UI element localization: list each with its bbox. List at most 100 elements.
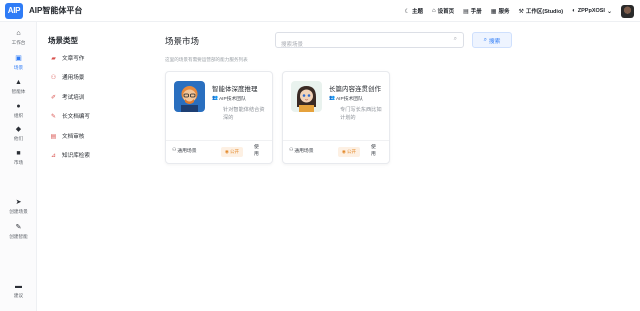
general-icon: ⚇ [50,74,57,81]
sidebar-item-create-agent[interactable]: ✎ 创建智能 [0,224,37,240]
card-description: 专门写长东西比如计划的 [340,107,382,121]
public-badge-label: 公开 [346,149,357,154]
sidebar-item-label: 创建场景 [9,209,28,214]
user-avatar[interactable] [621,4,634,18]
public-badge: ◉ 公开 [338,147,360,157]
sidebar-item-label: 他们 [13,136,24,141]
category-item-article[interactable]: ▰ 文章写作 [50,54,85,63]
pen-icon: ✎ [15,224,22,231]
card-tag: ⚇ 通用场景 [172,147,197,154]
service-button[interactable]: ▦ 服务 [490,7,510,16]
sidebar-item-agent[interactable]: ▲ 智能体 [0,79,37,95]
sidebar-item-label: 场景 [13,65,24,70]
home-icon: ⌂ [16,30,21,37]
tag-icon: ⚇ [172,148,177,153]
agent-icon: ▲ [15,79,22,86]
sidebar: ⌂ 工作台 ▣ 场景 ▲ 智能体 ● 组织 ◆ 他们 ■ 市场 ➤ 创建场景 ✎… [0,22,37,311]
search-input[interactable] [281,38,441,52]
category-item-general[interactable]: ⚇ 通用场景 [50,73,85,82]
card-description: 针对智能体结合资深的 [223,107,265,121]
studio-label: 工作区(Studio) [525,9,564,15]
sidebar-item-label: 建议 [13,293,24,298]
search-icon[interactable]: ⌕ [454,36,457,43]
category-item-longdoc[interactable]: ✎ 长文档编写 [50,112,90,121]
set-homepage-button[interactable]: ⌂ 设首页 [432,7,454,15]
card-tag-label: 通用场景 [177,149,197,154]
team-icon: 👥 [212,96,218,101]
sidebar-item-feedback[interactable]: ▬ 建议 [0,283,37,299]
public-badge: ◉ 公开 [221,147,243,157]
service-icon: ▦ [490,8,497,15]
market-icon: ■ [16,150,21,157]
card-tag: ⚇ 通用场景 [289,147,314,154]
category-label: 知识库检索 [62,153,90,159]
category-item-kb-search[interactable]: ⊿ 知识库检索 [50,151,90,160]
top-bar: AIP AIP智能体平台 ☾ 主题 ⌂ 设首页 ▤ 手册 ▦ 服务 ⚒ 工作区(… [0,0,640,22]
card-title: 智能体深度推理 [212,86,258,93]
card-tag-label: 通用场景 [294,149,314,154]
card-team: 👥 AIP技术团队 [212,95,246,102]
scene-icon: ▣ [15,55,22,62]
manual-label: 手册 [470,9,482,15]
page-title: 场景市场 [165,36,200,46]
main-area: 场景市场 ⌕ ⌕ 搜索 这里的场景有需要运营部的能力服务列表 智能体深度推理 👥… [154,22,640,311]
use-button[interactable]: 使用 [254,144,262,158]
doc-write-icon: ▰ [51,55,56,62]
send-icon: ➤ [15,199,22,206]
tag-icon: ⚇ [289,148,294,153]
card-avatar [174,81,205,112]
top-actions: ☾ 主题 ⌂ 设首页 ▤ 手册 ▦ 服务 ⚒ 工作区(Studio) ◐ ZPP… [405,0,634,22]
home-icon: ⌂ [431,8,436,14]
team-icon: 👥 [329,96,335,101]
shield-icon: ◐ [572,8,576,14]
service-label: 服务 [498,9,510,15]
scene-card[interactable]: 智能体深度推理 👥 AIP技术团队 针对智能体结合资深的 ⚇ 通用场景 ◉ 公开… [165,71,273,164]
search-button-label: 搜索 [488,38,501,45]
search-icon: ⌕ [483,36,487,43]
category-panel: 场景类型 ▰ 文章写作 ⚇ 通用场景 ✐ 考试培训 ✎ 长文档编写 ▤ 文档审核… [37,22,154,311]
app-logo[interactable]: AIP [5,2,23,19]
search-button[interactable]: ⌕ 搜索 [472,32,512,48]
globe-icon: ◉ [224,149,229,154]
search-box: ⌕ [275,32,464,52]
sidebar-item-chat[interactable]: ◆ 他们 [0,126,37,142]
card-avatar [291,81,322,112]
category-label: 文档审核 [62,134,85,140]
category-label: 考试培训 [62,95,85,101]
exam-icon: ✐ [50,94,57,101]
team-icon: ● [16,103,21,110]
sidebar-item-team[interactable]: ● 组织 [0,103,37,119]
card-title: 长篇内容连贯创作 [329,86,381,93]
sidebar-item-workbench[interactable]: ⌂ 工作台 [0,30,37,46]
card-team-label: AIP技术团队 [335,97,363,102]
sidebar-item-label: 智能体 [11,89,26,94]
scene-card[interactable]: 长篇内容连贯创作 👥 AIP技术团队 专门写长东西比如计划的 ⚇ 通用场景 ◉ … [282,71,390,164]
category-item-review[interactable]: ▤ 文档审核 [50,132,85,141]
card-footer: ⚇ 通用场景 ◉ 公开 使用 [166,140,272,162]
user-menu[interactable]: ◐ ZPPpXOSI ⌄ [572,8,612,15]
theme-button[interactable]: ☾ 主题 [405,7,423,16]
card-footer: ⚇ 通用场景 ◉ 公开 使用 [283,140,389,162]
theme-label: 主题 [411,9,423,15]
category-label: 通用场景 [62,75,85,81]
card-team: 👥 AIP技术团队 [329,95,363,102]
card-team-label: AIP技术团队 [218,97,246,102]
use-button[interactable]: 使用 [371,144,379,158]
sidebar-item-create-scene[interactable]: ➤ 创建场景 [0,199,37,215]
search-kb-icon: ⊿ [50,152,57,159]
sidebar-item-label: 创建智能 [9,234,28,239]
chat-icon: ◆ [15,126,22,133]
sidebar-item-label: 工作台 [11,40,26,45]
category-title: 场景类型 [48,36,78,45]
feedback-icon: ▬ [15,283,22,290]
set-homepage-label: 设首页 [437,9,455,15]
sidebar-item-market[interactable]: ■ 市场 [0,150,37,166]
manual-button[interactable]: ▤ 手册 [463,7,482,16]
sidebar-item-scene[interactable]: ▣ 场景 [0,55,37,71]
public-badge-label: 公开 [229,149,240,154]
studio-button[interactable]: ⚒ 工作区(Studio) [518,7,564,16]
category-label: 文章写作 [62,56,85,62]
sidebar-item-label: 组织 [13,113,24,118]
review-icon: ▤ [50,133,57,140]
category-item-exam[interactable]: ✐ 考试培训 [50,93,85,102]
